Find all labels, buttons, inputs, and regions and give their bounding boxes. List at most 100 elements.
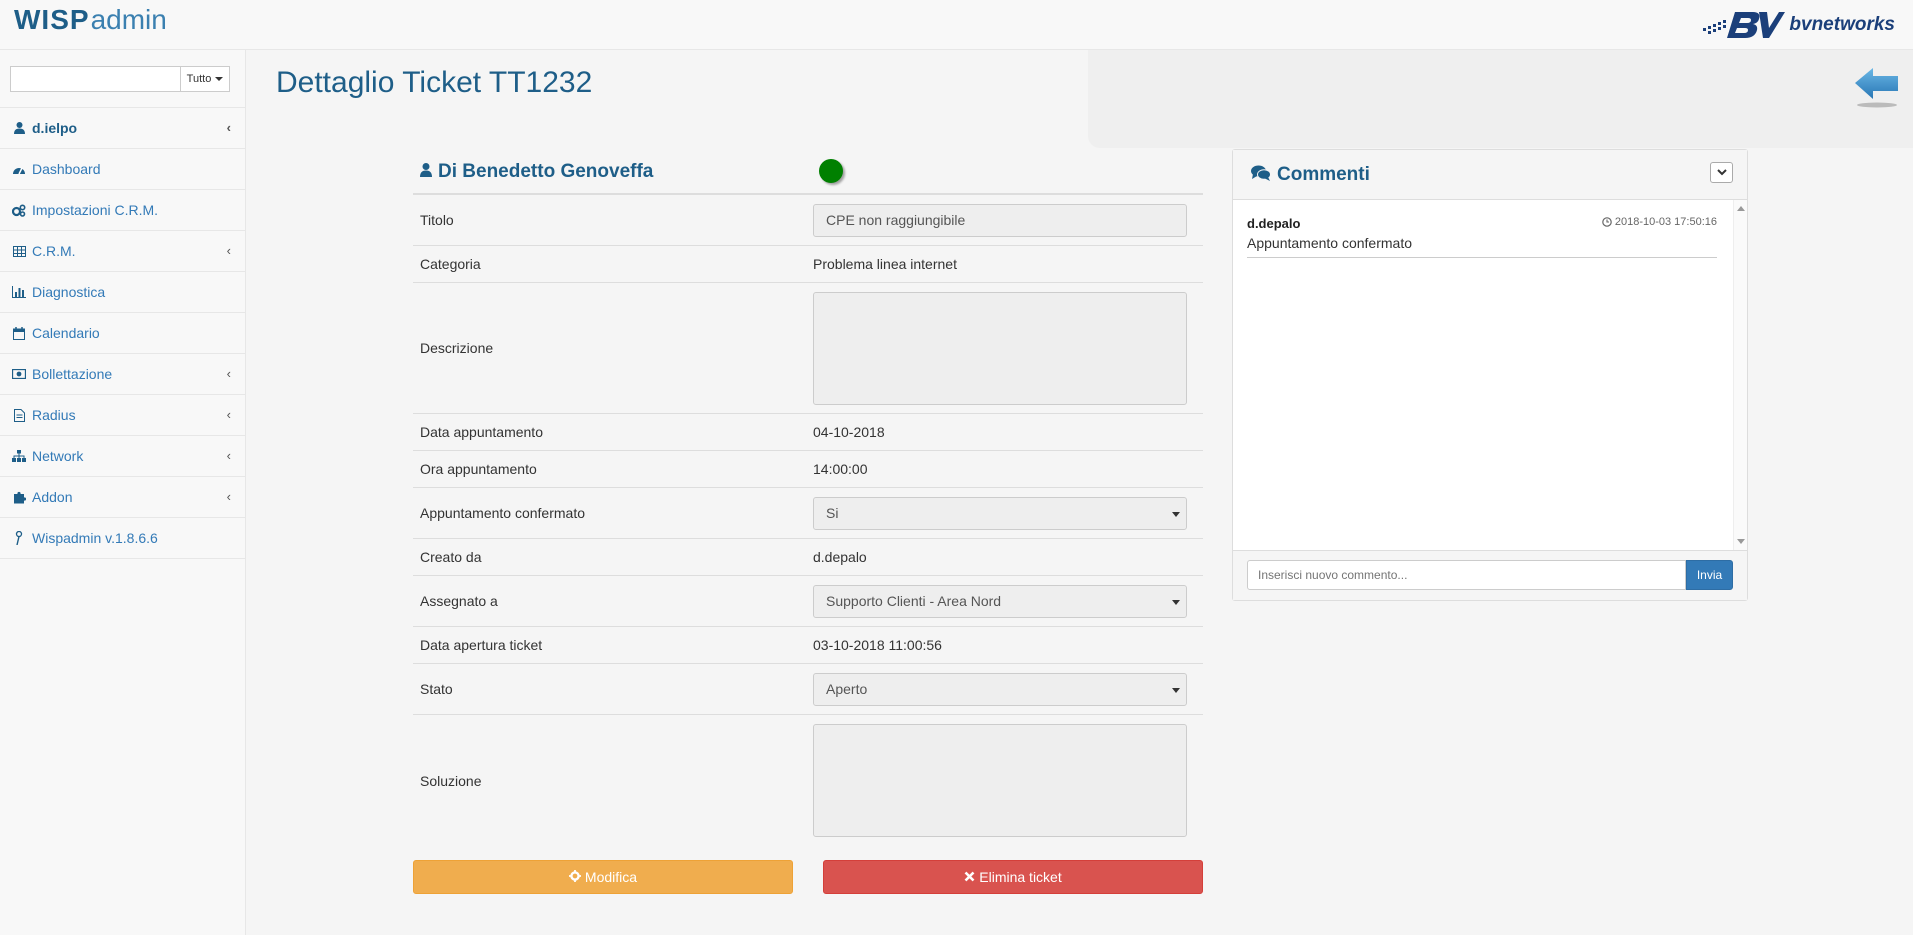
gear-icon [568,869,581,885]
sidebar-item-dashboard[interactable]: Dashboard [0,149,245,190]
wispadmin-logo[interactable]: WISP admin [14,4,167,46]
search-input[interactable] [10,66,180,92]
comments-icon [1251,165,1271,184]
stato-value-cell: Aperto [813,672,1203,706]
new-comment-input[interactable] [1247,560,1686,590]
sidebar-item-bollettazione[interactable]: Bollettazione ‹ [0,354,245,395]
sidebar-item-addon[interactable]: Addon ‹ [0,477,245,518]
page-title: Dettaglio Ticket TT1232 [276,66,593,99]
soluzione-textarea[interactable] [813,724,1187,837]
stato-value: Aperto [826,681,868,697]
comment-time-text: 2018-10-03 17:50:16 [1614,216,1717,228]
titolo-label: Titolo [420,212,454,228]
puzzle-icon [12,490,26,504]
assegnato-select[interactable]: Supporto Clienti - Area Nord [813,584,1187,618]
comments-scrollbar[interactable] [1733,200,1747,550]
sidebar-item-label: Bollettazione [32,366,113,382]
row-assegnato-a: Assegnato a Supporto Clienti - Area Nord [413,576,1203,627]
assegnato-value: Supporto Clienti - Area Nord [826,593,1002,609]
confermato-select[interactable]: Si [813,496,1187,530]
comments-collapse-button[interactable] [1710,162,1733,183]
row-appuntamento-confermato: Appuntamento confermato Si [413,488,1203,539]
chevron-left-icon: ‹ [226,489,231,504]
chevron-left-icon: ‹ [226,243,231,258]
row-categoria: Categoria Problema linea internet [413,246,1203,283]
stato-select[interactable]: Aperto [813,672,1187,706]
comments-title: Commenti [1277,163,1370,185]
status-indicator [819,159,843,183]
ora-appuntamento-label: Ora appuntamento [420,461,537,477]
sidebar-item-label: Radius [32,407,76,423]
categoria-value: Problema linea internet [813,256,957,272]
soluzione-value-cell [813,724,1203,837]
apertura-value: 03-10-2018 11:00:56 [813,637,942,653]
bv-logo-icon [1703,12,1786,38]
top-navbar: WISP admin bvnetworks [0,0,1913,50]
caret-down-icon [215,77,224,81]
row-soluzione: Soluzione [413,715,1203,846]
ticket-detail-panel: Di Benedetto Genoveffa Titolo CPE non ra… [413,150,1203,894]
antenna-icon [12,531,26,545]
row-ora-appuntamento: Ora appuntamento 14:00:00 [413,451,1203,488]
sidebar-search: Tutto [0,50,245,108]
assegnato-value-cell: Supporto Clienti - Area Nord [813,584,1203,618]
scroll-up-icon [1737,206,1745,211]
sidebar-item-calendario[interactable]: Calendario [0,313,245,354]
titolo-value-cell: CPE non raggiungibile [813,203,1203,237]
comment-timestamp: 2018-10-03 17:50:16 [1602,216,1717,228]
caret-down-icon [1172,687,1180,693]
chevron-left-icon: ‹ [226,407,231,422]
chevron-left-icon: ‹ [226,448,231,463]
modifica-button[interactable]: Modifica [413,860,793,894]
logo-admin: admin [90,4,167,35]
ticket-header: Di Benedetto Genoveffa [413,150,1203,195]
elimina-ticket-button[interactable]: Elimina ticket [823,860,1203,894]
comments-header: Commenti [1233,150,1747,200]
sidebar-item-label: Diagnostica [32,284,106,300]
sitemap-icon [12,449,26,463]
comments-panel: Commenti d.depalo 2018-10-03 17:50:16 Ap… [1232,149,1748,601]
sidebar-user-label: d.ielpo [32,120,78,136]
search-filter-dropdown[interactable]: Tutto [180,66,230,92]
sidebar-item-label: Dashboard [32,161,101,177]
titolo-value: CPE non raggiungibile [826,212,966,228]
titolo-field[interactable]: CPE non raggiungibile [813,203,1187,237]
invia-button[interactable]: Invia [1686,560,1733,590]
gears-icon [12,203,26,217]
clock-icon [1602,217,1612,227]
document-icon [12,408,26,422]
sidebar-item-label: C.R.M. [32,243,76,259]
search-filter-label: Tutto [186,73,212,85]
dashboard-icon [12,162,26,176]
sidebar-item-radius[interactable]: Radius ‹ [0,395,245,436]
row-titolo: Titolo CPE non raggiungibile [413,195,1203,246]
modifica-label: Modifica [584,869,638,885]
bvnetworks-logo: bvnetworks [1701,8,1895,42]
sidebar-item-label: Addon [32,489,73,505]
sidebar-item-crm[interactable]: C.R.M. ‹ [0,231,245,272]
creato-value: d.depalo [813,549,867,565]
calendar-icon [12,326,26,340]
row-creato-da: Creato da d.depalo [413,539,1203,576]
descrizione-label: Descrizione [420,340,494,356]
sidebar-item-label: Calendario [32,325,100,341]
scroll-down-icon [1737,539,1745,544]
row-stato: Stato Aperto [413,664,1203,715]
creato-label: Creato da [420,549,482,565]
sidebar-item-user[interactable]: d.ielpo ‹ [0,108,245,149]
bar-chart-icon [12,285,26,299]
back-button[interactable] [1853,64,1899,113]
soluzione-label: Soluzione [420,772,482,789]
sidebar-item-impostazioni-crm[interactable]: Impostazioni C.R.M. [0,190,245,231]
row-data-appuntamento: Data appuntamento 04-10-2018 [413,414,1203,451]
sidebar-item-version[interactable]: Wispadmin v.1.8.6.6 [0,518,245,559]
user-icon [420,163,432,180]
sidebar-item-label: Wispadmin v.1.8.6.6 [32,530,158,546]
table-icon [12,244,26,258]
descrizione-textarea[interactable] [813,291,1187,405]
comment-composer: Invia [1233,550,1747,600]
sidebar-item-diagnostica[interactable]: Diagnostica [0,272,245,313]
sidebar-item-network[interactable]: Network ‹ [0,436,245,477]
sidebar: Tutto d.ielpo ‹ Dashboard Impostazioni C… [0,50,246,935]
assegnato-label: Assegnato a [420,593,498,609]
